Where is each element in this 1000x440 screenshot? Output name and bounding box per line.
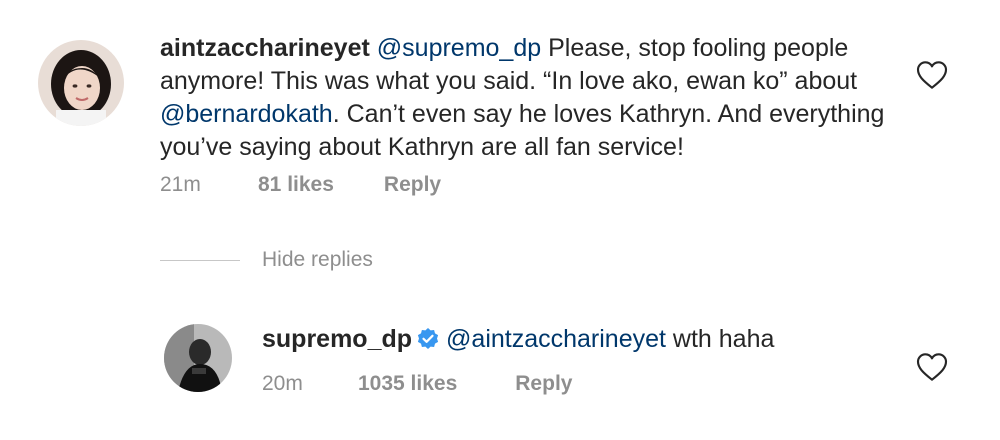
reply-username[interactable]: supremo_dp [262, 325, 412, 353]
comment-likes-count[interactable]: 81 likes [258, 173, 334, 197]
comment-reply-button[interactable]: Reply [384, 173, 441, 197]
heart-icon[interactable] [916, 60, 948, 90]
reply-body: supremo_dp @aintzaccharineyet wth haha [262, 323, 882, 356]
comment-timestamp: 21m [160, 173, 201, 196]
reply-meta: 20m 1035 likes Reply [262, 372, 572, 396]
hide-replies-label: Hide replies [262, 248, 373, 271]
heart-icon[interactable] [916, 352, 948, 382]
avatar-aintzaccharineyet[interactable] [38, 40, 124, 126]
comment-meta: 21m 81 likes Reply [160, 173, 441, 197]
reply-reply-button[interactable]: Reply [515, 372, 572, 396]
hide-replies-toggle[interactable]: Hide replies [160, 248, 373, 272]
avatar-image [164, 324, 232, 392]
avatar-image [38, 40, 124, 126]
avatar-supremo_dp[interactable] [164, 324, 232, 392]
mention-link[interactable]: @supremo_dp [377, 34, 541, 62]
mention-link[interactable]: @bernardokath [160, 100, 333, 128]
reply-text-part: wth haha [665, 325, 775, 353]
mention-link[interactable]: @aintzaccharineyet [446, 325, 666, 353]
reply-timestamp: 20m [262, 372, 303, 395]
replies-divider [160, 259, 240, 261]
reply-likes-count[interactable]: 1035 likes [358, 372, 457, 396]
comment-username[interactable]: aintzaccharineyet [160, 34, 370, 62]
comment-body: aintzaccharineyet @supremo_dp Please, st… [160, 32, 900, 164]
verified-badge-icon [417, 328, 439, 349]
